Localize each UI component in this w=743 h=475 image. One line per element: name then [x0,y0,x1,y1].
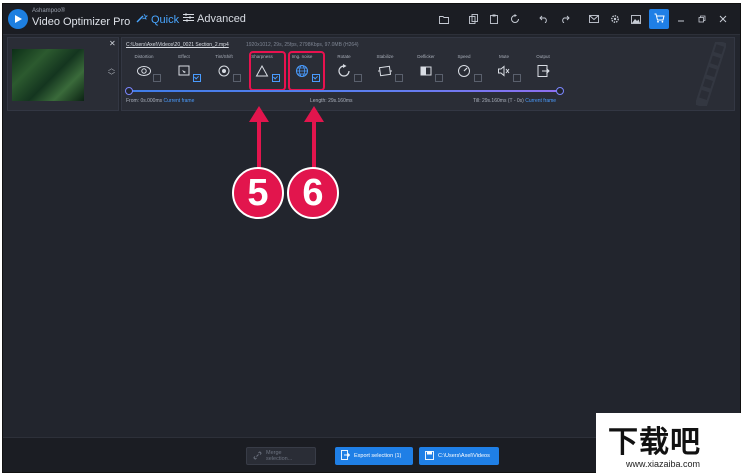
settings-icon[interactable] [606,10,624,28]
tool-tint-checkbox[interactable] [233,74,241,82]
filmstrip-icon [694,39,728,109]
tool-stabilize-checkbox[interactable] [395,74,403,82]
chevron-down-icon[interactable]: ﹀ [108,73,115,80]
tool-label: Distortion [134,54,154,59]
tool-label: Stabilize [376,54,394,59]
tool-label: Speed [457,54,471,59]
save-icon [425,450,434,462]
tool-label: Tint/Shift [215,54,233,59]
sliders-icon [183,13,194,25]
merge-selection-label: Merge selection... [266,450,293,462]
thumbnail-card[interactable]: ✕ ︿ ﹀ [7,37,119,111]
tool-label: Mute [498,54,509,59]
cart-icon [654,10,665,28]
app-logo-icon [8,9,28,29]
video-detail-card: C:\Users\Axel\Videos\20_0021 Section_2.m… [121,37,735,111]
video-row: ✕ ︿ ﹀ C:\Users\Axel\Videos\20_0021 Secti… [7,37,735,111]
tab-quick-label: Quick [151,13,180,26]
till-current-frame-link[interactable]: Current frame [525,98,556,104]
reorder-arrows[interactable]: ︿ ﹀ [108,65,115,81]
watermark-logo-text: 下载吧 [608,425,701,460]
callout-arrow-6 [304,106,324,168]
reset-icon[interactable] [506,10,524,28]
export-selection-button[interactable]: Export selection (1) [335,447,413,465]
highlight-img-noise [288,51,325,91]
output-icon [528,64,558,78]
callout-5: 5 [232,167,284,219]
tool-mute-checkbox[interactable] [513,74,521,82]
tool-label: Deflicker [417,54,435,59]
app-window: Ashampoo® Video Optimizer Pro Quick Adva… [2,3,741,473]
app-title: Video Optimizer Pro [32,16,131,28]
video-path-link[interactable]: C:\Users\Axel\Videos\20_0021 Section_2.m… [126,42,229,48]
tab-advanced-label: Advanced [197,13,246,25]
output-folder-label: C:\Users\Axel\Videos [438,453,490,459]
timeline-track[interactable] [128,90,560,92]
tool-deflicker-checkbox[interactable] [435,74,443,82]
redo-icon[interactable] [556,10,574,28]
link-icon [253,451,262,462]
callout-6: 6 [287,167,339,219]
title-bar: Ashampoo® Video Optimizer Pro Quick Adva… [3,4,740,35]
tool-label: Rotate [337,54,351,59]
undo-icon[interactable] [535,10,553,28]
tool-label: Output [536,54,550,59]
paste-icon[interactable] [485,10,503,28]
remove-video-icon[interactable]: ✕ [109,39,116,48]
image-icon[interactable] [627,10,645,28]
cart-button[interactable] [649,9,669,29]
tool-effect-checkbox[interactable] [193,74,201,82]
timeline-end-handle[interactable] [556,87,564,95]
tool-output[interactable]: Output [528,53,558,78]
close-icon[interactable] [714,10,732,28]
export-selection-label: Export selection (1) [354,453,402,459]
till-text: Till: 29s.160ms (T - 0s) Current frame [473,98,556,104]
open-folder-icon[interactable] [435,10,453,28]
output-folder-button[interactable]: C:\Users\Axel\Videos [419,447,499,465]
tool-speed-checkbox[interactable] [474,74,482,82]
till-label: Till: 29s.160ms (T - 0s) [473,98,524,104]
magic-wand-icon [136,13,149,26]
minimize-icon[interactable] [672,10,690,28]
merge-selection-button[interactable]: Merge selection... [246,447,316,465]
chevron-up-icon[interactable]: ︿ [108,65,115,72]
video-meta: 1920x1012, 29s, 25fps, 2798Kbps, 97.0MB … [246,42,359,48]
from-label: From: 0s.000ms [126,98,163,104]
video-thumbnail[interactable] [12,49,84,101]
brand-small: Ashampoo® [32,8,66,14]
tool-distortion-checkbox[interactable] [153,74,161,82]
tool-rotate-checkbox[interactable] [354,74,362,82]
watermark: 下载吧 www.xiazaiba.com [596,413,743,475]
from-text: From: 0s.000ms Current frame [126,98,194,104]
copy-icon[interactable] [464,10,482,28]
export-icon [341,450,351,462]
length-label: Length: 29s.160ms [310,98,353,104]
mail-icon[interactable] [585,10,603,28]
from-current-frame-link[interactable]: Current frame [164,98,195,104]
highlight-sharpness [249,51,286,91]
callout-arrow-5 [249,106,269,168]
restore-icon[interactable] [693,10,711,28]
tool-label: Effect [178,54,190,59]
timeline-start-handle[interactable] [125,87,133,95]
watermark-url: www.xiazaiba.com [626,459,701,469]
tab-quick[interactable]: Quick [136,13,179,26]
window-toolbar [432,9,732,29]
tab-advanced[interactable]: Advanced [183,13,246,25]
